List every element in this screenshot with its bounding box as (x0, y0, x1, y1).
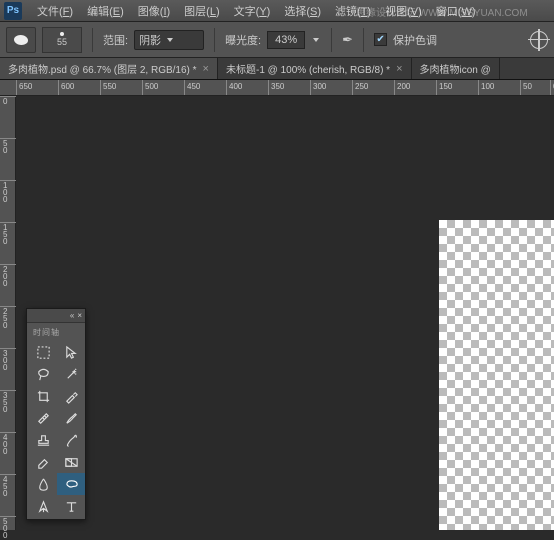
menu-edit[interactable]: 编辑(E) (80, 3, 131, 19)
brush-dot-icon (60, 32, 64, 36)
ruler-tick: 200 (394, 80, 410, 96)
app-logo: Ps (4, 2, 22, 20)
ruler-tick: 150 (436, 80, 452, 96)
separator (363, 28, 364, 52)
ruler-tick: 400 (226, 80, 242, 96)
ruler-tick: 500 (0, 516, 16, 539)
menu-file[interactable]: 文件(F) (30, 3, 80, 19)
close-icon[interactable]: × (203, 63, 209, 75)
tool-preset-button[interactable] (6, 27, 36, 53)
tab-document-2[interactable]: 未标题-1 @ 100% (cherish, RGB/8) * × (218, 58, 412, 79)
tab-document-3[interactable]: 多肉植物icon @ (412, 58, 500, 79)
tool-brush[interactable] (57, 407, 85, 429)
ruler-tick: 0 (0, 96, 16, 105)
ruler-tick: 350 (0, 390, 16, 413)
tools-grid (27, 341, 85, 519)
menu-layer[interactable]: 图层(L) (177, 3, 226, 19)
ruler-tick: 350 (268, 80, 284, 96)
menu-select[interactable]: 选择(S) (277, 3, 328, 19)
tool-type[interactable] (57, 495, 85, 517)
airbrush-button[interactable]: ✒ (342, 32, 353, 48)
ruler-horizontal[interactable]: 6506005505004504003503002502001501005005… (0, 80, 554, 96)
tool-crop[interactable] (29, 385, 57, 407)
menu-view[interactable]: 视图(V) (378, 3, 429, 19)
ruler-vertical[interactable]: 050100150200250300350400450500 (0, 96, 16, 530)
tool-marquee[interactable] (29, 341, 57, 363)
exposure-label: 曝光度: (225, 32, 261, 48)
document-tabs: 多肉植物.psd @ 66.7% (图层 2, RGB/16) * × 未标题-… (0, 58, 554, 80)
ruler-tick: 150 (0, 222, 16, 245)
ruler-tick: 250 (0, 306, 16, 329)
close-icon[interactable]: × (77, 311, 82, 320)
separator (331, 28, 332, 52)
tool-eyedropper[interactable] (57, 385, 85, 407)
menu-window[interactable]: 窗口(W) (429, 3, 483, 19)
ruler-tick: 200 (0, 264, 16, 287)
ruler-tick: 600 (58, 80, 74, 96)
ruler-tick: 50 (520, 80, 532, 96)
panel-title: 时间轴 (27, 323, 85, 341)
exposure-field[interactable]: 43% (267, 31, 305, 49)
burn-tool-icon (14, 35, 28, 45)
ruler-tick: 50 (0, 138, 16, 154)
menu-text[interactable]: 文字(Y) (227, 3, 278, 19)
collapse-icon[interactable]: « (70, 311, 74, 320)
chevron-down-icon (167, 38, 173, 42)
brush-preset-picker[interactable]: 55 (42, 27, 82, 53)
range-label: 范围: (103, 32, 128, 48)
tool-heal[interactable] (29, 407, 57, 429)
menubar: Ps 文件(F) 编辑(E) 图像(I) 图层(L) 文字(Y) 选择(S) 滤… (0, 0, 554, 22)
ruler-tick: 300 (0, 348, 16, 371)
transparent-canvas (439, 220, 554, 530)
ruler-tick: 650 (16, 80, 32, 96)
canvas-area[interactable] (16, 96, 554, 530)
ruler-tick: 450 (0, 474, 16, 497)
tool-history-brush[interactable] (57, 429, 85, 451)
tab-document-1[interactable]: 多肉植物.psd @ 66.7% (图层 2, RGB/16) * × (0, 58, 218, 79)
pressure-icon[interactable] (530, 31, 548, 49)
ruler-tick: 250 (352, 80, 368, 96)
ruler-tick: 450 (184, 80, 200, 96)
range-dropdown[interactable]: 阴影 (134, 30, 204, 50)
tool-move[interactable] (57, 341, 85, 363)
brush-size-value: 55 (57, 37, 67, 47)
tool-burn[interactable] (57, 473, 85, 495)
tool-eraser[interactable] (29, 451, 57, 473)
menu-image[interactable]: 图像(I) (131, 3, 177, 19)
tool-pen[interactable] (29, 495, 57, 517)
ruler-tick: 300 (310, 80, 326, 96)
ruler-tick: 400 (0, 432, 16, 455)
tool-blur[interactable] (29, 473, 57, 495)
protect-tones-label: 保护色调 (393, 32, 437, 48)
tool-gradient[interactable] (57, 451, 85, 473)
separator (92, 28, 93, 52)
exposure-dropdown-arrow[interactable] (311, 31, 321, 49)
ruler-tick: 550 (100, 80, 116, 96)
options-bar: 55 范围: 阴影 曝光度: 43% ✒ ✔ 保护色调 (0, 22, 554, 58)
close-icon[interactable]: × (396, 63, 402, 75)
ruler-tick: 100 (478, 80, 494, 96)
protect-tones-checkbox[interactable]: ✔ (374, 33, 387, 46)
tool-stamp[interactable] (29, 429, 57, 451)
ruler-tick: 0 (550, 80, 554, 96)
panel-header[interactable]: « × (27, 309, 85, 323)
tool-lasso[interactable] (29, 363, 57, 385)
ruler-tick: 500 (142, 80, 158, 96)
separator (214, 28, 215, 52)
tool-wand[interactable] (57, 363, 85, 385)
ruler-tick: 100 (0, 180, 16, 203)
menu-filter[interactable]: 滤镜(T) (328, 3, 378, 19)
tools-panel[interactable]: « × 时间轴 (26, 308, 86, 520)
